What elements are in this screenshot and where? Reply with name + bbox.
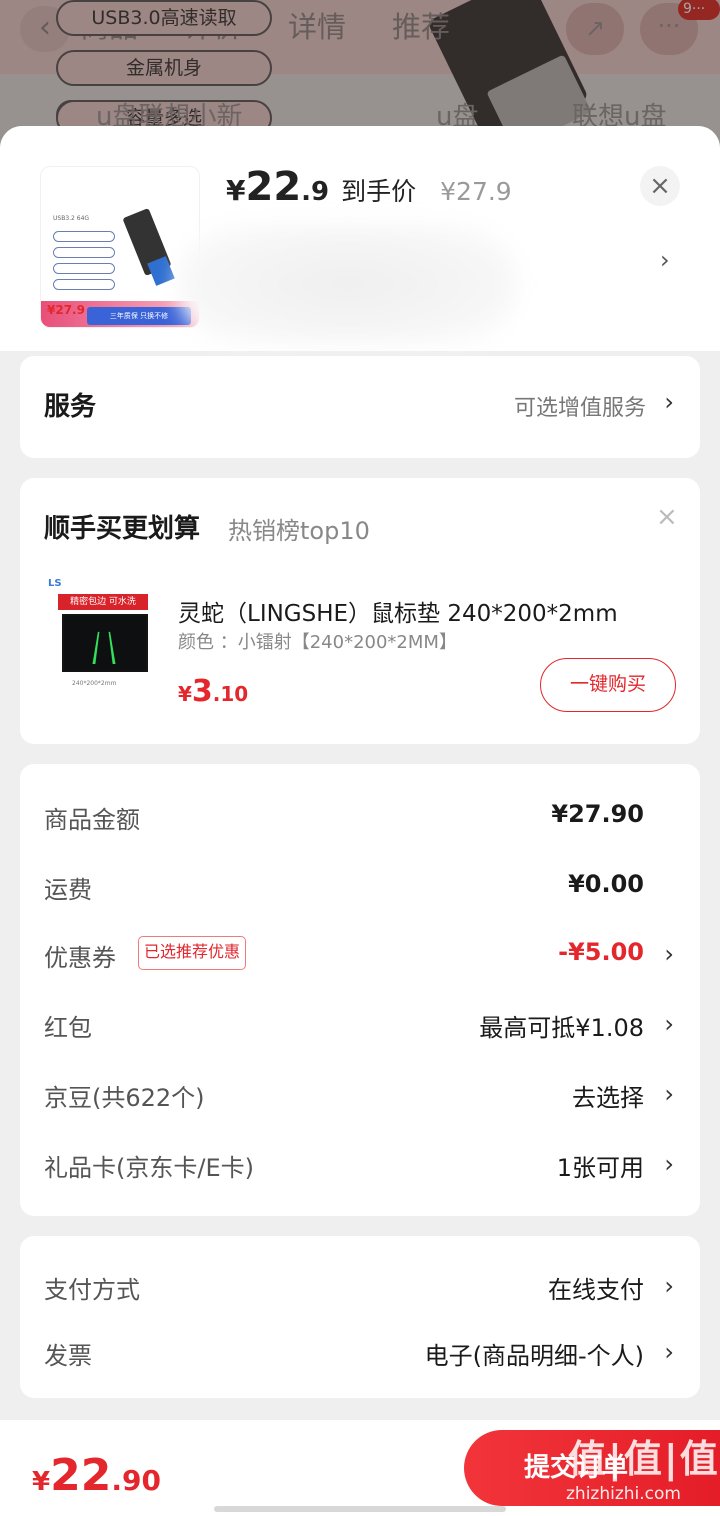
service-card[interactable]: 服务 可选增值服务 › bbox=[20, 356, 700, 458]
row-label: 红包 bbox=[44, 1014, 92, 1042]
price-row-red-packet[interactable]: 红包 最高可抵¥1.08 › bbox=[20, 1004, 700, 1044]
chevron-right-icon: › bbox=[664, 388, 674, 416]
price-row-coupon[interactable]: 优惠券 已选推荐优惠 -¥5.00 › bbox=[20, 934, 700, 974]
addon-title: 顺手买更划算 bbox=[44, 514, 201, 544]
row-label: 运费 bbox=[44, 876, 92, 904]
addon-price: ¥ 3 .10 bbox=[178, 674, 248, 709]
chevron-right-icon: › bbox=[664, 1080, 674, 1108]
row-value: -¥5.00 bbox=[558, 938, 644, 966]
watermark-logo: 值|值|值 bbox=[568, 1437, 720, 1481]
chevron-right-icon: › bbox=[664, 1272, 674, 1300]
chevron-right-icon: › bbox=[664, 1150, 674, 1178]
price-row-jd-beans[interactable]: 京豆(共622个) 去选择 › bbox=[20, 1074, 700, 1114]
payment-method-row[interactable]: 支付方式 在线支付 › bbox=[20, 1266, 700, 1306]
row-label: 优惠券 bbox=[44, 944, 116, 972]
price-integer: 3 bbox=[191, 674, 213, 709]
invoice-row[interactable]: 发票 电子(商品明细-个人) › bbox=[20, 1332, 700, 1372]
addon-item-name[interactable]: 灵蛇（LINGSHE）鼠标垫 240*200*2mm bbox=[178, 594, 678, 628]
price-decimal: .9 bbox=[301, 177, 330, 207]
row-label: 京豆(共622个) bbox=[44, 1084, 205, 1112]
row-label: 发票 bbox=[44, 1342, 92, 1370]
usb-plug-image bbox=[147, 256, 175, 286]
tab-details[interactable]: 详情 bbox=[288, 4, 346, 46]
chevron-right-icon: › bbox=[664, 940, 674, 968]
addon-subtitle: 热销榜top10 bbox=[228, 517, 370, 545]
brand-logo: LS bbox=[48, 578, 62, 589]
original-price: ¥27.9 bbox=[440, 177, 512, 206]
total-price: ¥ 22 .90 bbox=[32, 1450, 161, 1501]
addon-card: 顺手买更划算 热销榜top10 × LS 精密包边 可水洗 240*200*2m… bbox=[20, 478, 700, 744]
row-value: 去选择 bbox=[572, 1084, 644, 1112]
pad-banner: 精密包边 可水洗 bbox=[58, 594, 148, 610]
thumb-price: ¥27.9 bbox=[47, 303, 85, 317]
thumb-feature bbox=[53, 231, 115, 242]
price-row-subtotal: 商品金额 ¥27.90 bbox=[20, 796, 700, 836]
price-integer: 22 bbox=[50, 1450, 112, 1501]
price-decimal: .10 bbox=[212, 682, 249, 706]
home-indicator[interactable] bbox=[214, 1506, 506, 1512]
thumb-feature bbox=[53, 279, 115, 290]
row-value: 在线支付 bbox=[548, 1276, 644, 1304]
watermark-site: zhizhizhi.com bbox=[566, 1484, 681, 1504]
chevron-right-icon: › bbox=[664, 1338, 674, 1366]
row-label: 礼品卡(京东卡/E卡) bbox=[44, 1154, 254, 1182]
row-value: 最高可抵¥1.08 bbox=[479, 1014, 644, 1042]
final-price: ¥ 22 .9 到手价 ¥27.9 bbox=[226, 164, 512, 210]
product-header: USB3.2 64G ¥27.9 三年质保 只换不修 ¥ 22 .9 到手价 ¥… bbox=[0, 126, 720, 351]
thumb-feature bbox=[53, 247, 115, 258]
price-row-shipping: 运费 ¥0.00 bbox=[20, 866, 700, 906]
currency-symbol: ¥ bbox=[32, 1467, 51, 1497]
coupon-tag: 已选推荐优惠 bbox=[138, 936, 247, 970]
payment-card: 支付方式 在线支付 › 发票 电子(商品明细-个人) › bbox=[20, 1236, 700, 1398]
row-label: 支付方式 bbox=[44, 1276, 140, 1304]
currency-symbol: ¥ bbox=[226, 174, 246, 207]
price-row-gift-card[interactable]: 礼品卡(京东卡/E卡) 1张可用 › bbox=[20, 1144, 700, 1184]
pad-caption: 240*200*2mm bbox=[72, 680, 117, 687]
thumb-feature bbox=[53, 263, 115, 274]
chevron-right-icon: › bbox=[664, 1010, 674, 1038]
addon-thumbnail[interactable]: LS 精密包边 可水洗 240*200*2mm bbox=[44, 576, 162, 696]
currency-symbol: ¥ bbox=[178, 682, 192, 706]
redacted-area bbox=[178, 224, 518, 344]
addon-item-spec: 颜色 ：小镭射【240*200*2MM】 bbox=[178, 632, 457, 653]
one-click-buy-button[interactable]: 一键购买 bbox=[540, 658, 676, 712]
row-label: 商品金额 bbox=[44, 806, 140, 834]
row-value: 1张可用 bbox=[556, 1154, 644, 1182]
close-icon[interactable]: × bbox=[656, 502, 678, 532]
service-label: 服务 bbox=[44, 392, 97, 422]
feature-pill: USB3.0高速读取 bbox=[56, 0, 272, 36]
price-integer: 22 bbox=[245, 164, 302, 210]
tab-recommend[interactable]: 推荐 bbox=[392, 4, 450, 46]
service-value: 可选增值服务 bbox=[513, 396, 646, 421]
background-product-page: ‹ 商品 评价 详情 推荐 ↗ ··· 9··· USB3.0高速读取 金属机身… bbox=[0, 0, 720, 140]
close-icon[interactable]: × bbox=[640, 166, 680, 206]
price-breakdown-card: 商品金额 ¥27.90 运费 ¥0.00 优惠券 已选推荐优惠 -¥5.00 ›… bbox=[20, 764, 700, 1216]
price-label: 到手价 bbox=[341, 177, 417, 206]
row-value: ¥27.90 bbox=[551, 800, 644, 828]
price-decimal: .90 bbox=[111, 1464, 161, 1497]
thumb-caption: USB3.2 64G bbox=[53, 215, 90, 222]
row-value: ¥0.00 bbox=[568, 870, 644, 898]
product-thumbnail[interactable]: USB3.2 64G ¥27.9 三年质保 只换不修 bbox=[40, 166, 200, 328]
order-sheet: USB3.2 64G ¥27.9 三年质保 只换不修 ¥ 22 .9 到手价 ¥… bbox=[0, 126, 720, 1516]
row-value: 电子(商品明细-个人) bbox=[424, 1342, 644, 1370]
share-icon[interactable]: ↗ bbox=[566, 3, 624, 55]
cart-badge: 9··· bbox=[678, 0, 720, 20]
chevron-right-icon[interactable]: › bbox=[660, 246, 670, 274]
feature-pill: 金属机身 bbox=[56, 50, 272, 86]
thumb-warranty: 三年质保 只换不修 bbox=[87, 307, 191, 325]
